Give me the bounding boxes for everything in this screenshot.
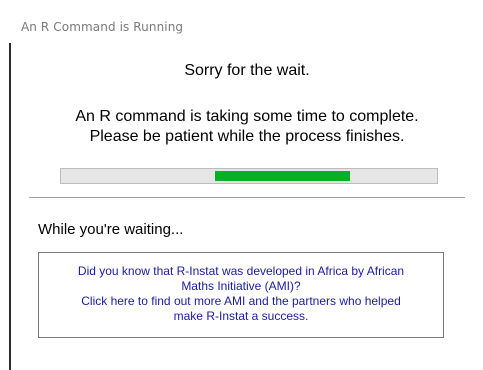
ami-info-line-2: Maths Initiative (AMI)? xyxy=(181,279,301,293)
progress-bar xyxy=(60,168,438,184)
title-bar[interactable]: An R Command is Running xyxy=(0,0,483,40)
ami-info-line-1: Did you know that R-Instat was developed… xyxy=(77,264,405,278)
apology-heading: Sorry for the wait. xyxy=(184,62,310,79)
ami-info-line-3: Click here to find out more AMI and the … xyxy=(81,294,401,308)
section-divider xyxy=(29,197,465,198)
ami-info-text: Did you know that R-Instat was developed… xyxy=(39,264,443,324)
window-title: An R Command is Running xyxy=(21,20,184,34)
progress-bar-fill xyxy=(215,171,350,181)
status-message-line-1: An R command is taking some time to comp… xyxy=(75,108,419,125)
dialog-content: Sorry for the wait. An R command is taki… xyxy=(11,40,483,370)
status-message-line-2: Please be patient while the process fini… xyxy=(89,128,405,145)
ami-info-link[interactable]: Did you know that R-Instat was developed… xyxy=(38,252,444,338)
waiting-label: While you're waiting... xyxy=(38,221,184,238)
status-message: An R command is taking some time to comp… xyxy=(11,107,483,147)
ami-info-line-4: make R-Instat a success. xyxy=(173,309,309,323)
running-command-dialog: An R Command is Running Sorry for the wa… xyxy=(0,0,483,370)
